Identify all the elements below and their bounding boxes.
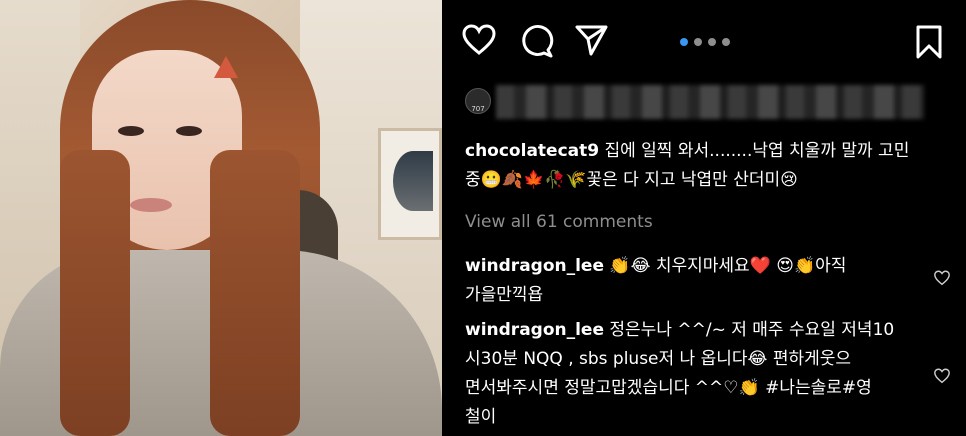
crying-emoji-icon: 😢 — [780, 170, 798, 190]
clap-emoji-icon: 👏 — [738, 378, 760, 398]
comment-2-line3-b: #나는솔로#영 — [765, 378, 872, 398]
photo-hair-front-right — [210, 150, 300, 436]
comment-2-line2-b: 편하게웃으 — [772, 349, 852, 369]
comment-1: windragon_lee 👏😂 치우지마세요❤️ 😍👏아직 — [465, 252, 905, 280]
caption-author[interactable]: chocolatecat9 — [465, 141, 599, 161]
hair-clip — [214, 56, 238, 78]
comment-2-line4: 철이 — [465, 407, 497, 427]
comment-icon[interactable] — [520, 24, 554, 58]
photo-lips — [130, 198, 172, 212]
comment-2-line2: 시30분 NQQ , sbs pluse저 나 옵니다😂 편하게웃으 — [465, 345, 925, 373]
comment-2-line3: 면서봐주시면 정말고맙겠습니다 ^^♡👏 #나는솔로#영 — [465, 374, 925, 402]
heart-eyes-clap-emoji-icon: 😍👏 — [776, 256, 816, 276]
comment-1-text-b: 아직 — [815, 256, 847, 276]
comment-2-line2-a: 시30분 NQQ , sbs pluse저 나 옵니다 — [465, 349, 748, 369]
liked-by-avatar[interactable]: 707 — [465, 88, 491, 114]
caption-line1: 집에 일찍 와서........낙엽 치울까 말까 고민 — [604, 141, 910, 161]
comment-1-line2: 가을만끽욥 — [465, 285, 544, 305]
bookmark-icon[interactable] — [915, 24, 943, 60]
comment-2-line1: 정은누나 ^^/~ 저 매주 수요일 저녁10 — [609, 320, 895, 340]
caption-line2-prefix: 중 — [465, 170, 481, 190]
clap-laugh-emoji-icon: 👏😂 — [609, 256, 651, 276]
post-caption-line2: 중😬🍂🍁🥀🌾꽃은 다 지고 낙엽만 산더미😢 — [465, 166, 935, 194]
comment-2: windragon_lee 정은누나 ^^/~ 저 매주 수요일 저녁10 — [465, 316, 925, 344]
comment-like-icon[interactable] — [933, 367, 951, 385]
caption-line2-suffix: 꽃은 다 지고 낙엽만 산더미 — [586, 170, 781, 190]
photo-eye-left — [118, 126, 144, 136]
comment-1-text-a: 치우지마세요 — [655, 256, 750, 276]
liked-by-blurred-text — [496, 85, 924, 119]
photo-eye-right — [176, 126, 202, 136]
view-all-comments-link[interactable]: View all 61 comments — [465, 208, 653, 236]
photo-wall-frame — [378, 128, 442, 240]
share-icon[interactable] — [575, 24, 609, 56]
comment-like-icon[interactable] — [933, 269, 951, 287]
comment-1-user[interactable]: windragon_lee — [465, 256, 604, 276]
comment-2-user[interactable]: windragon_lee — [465, 320, 604, 340]
heart-emoji-icon: ❤️ — [749, 256, 771, 276]
laugh-emoji-icon: 😂 — [747, 349, 768, 369]
heart-icon[interactable] — [462, 24, 496, 56]
post-photo[interactable] — [0, 0, 442, 436]
photo-hair-front-left — [60, 150, 130, 436]
post-caption: chocolatecat9 집에 일찍 와서........낙엽 치울까 말까 … — [465, 137, 935, 165]
emoji-row-icon: 😬🍂🍁🥀🌾 — [480, 170, 587, 190]
comment-2-line3-a: 면서봐주시면 정말고맙겠습니다 ^^♡ — [465, 378, 739, 398]
